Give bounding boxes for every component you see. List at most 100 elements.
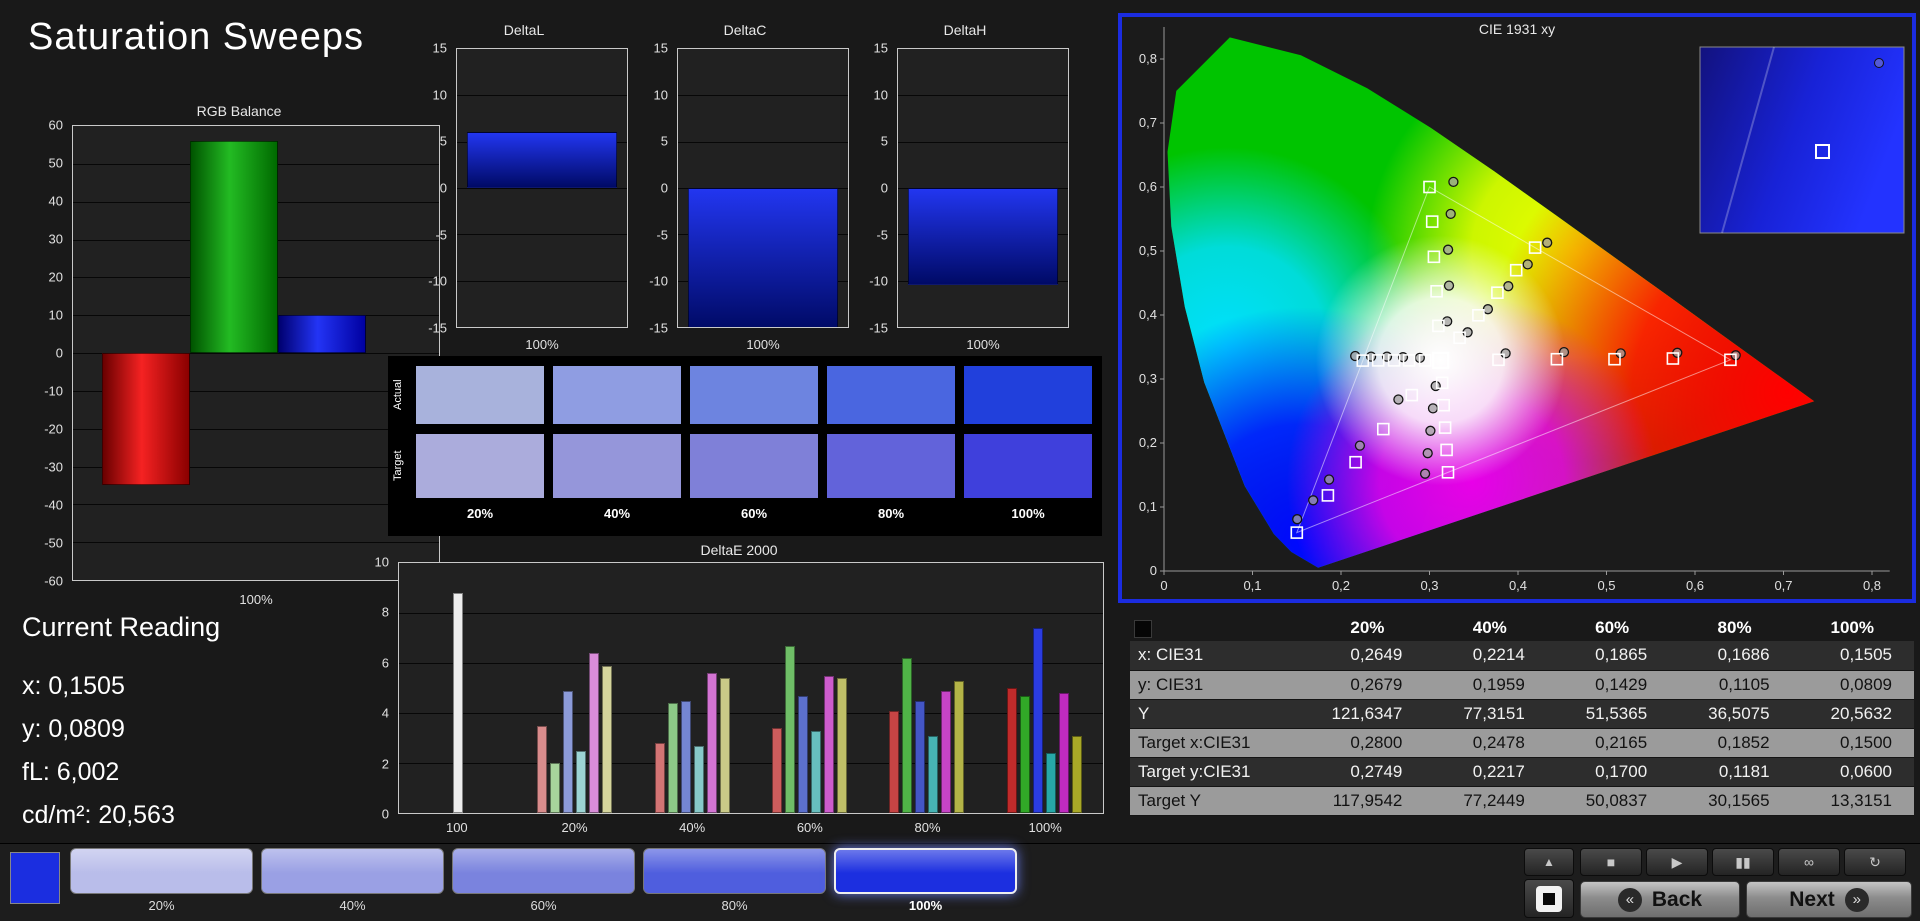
y-tick-label: 15: [653, 40, 668, 56]
cie-y-tick-label: 0,2: [1139, 435, 1157, 450]
rgb-balance-y-axis: 60 50 40 30 20 10 0 -10 -20 -30 -40 -50 -60: [28, 118, 68, 589]
delta-e-bar: [563, 690, 574, 813]
value-cell: 0,2217: [1424, 757, 1547, 787]
value-cell: 77,3151: [1424, 699, 1547, 729]
measured-point: [1292, 514, 1303, 525]
delta-c-plot: [677, 48, 849, 328]
value-cell: 50,0837: [1546, 786, 1670, 816]
transport-buttons: ■ ▶ ▮▮ ∞ ↻: [1580, 848, 1906, 876]
y-tick-label: 10: [873, 87, 888, 103]
inset-measured-point: [1874, 58, 1884, 68]
value-cell: 0,1505: [1791, 641, 1914, 671]
value-cell: 0,1959: [1424, 670, 1547, 700]
actual-swatch-40%: [553, 366, 681, 424]
y-tick-label: 60: [48, 117, 63, 133]
delta-e-group-100%: [986, 563, 1103, 813]
stop-measure-button[interactable]: [1524, 879, 1574, 918]
delta-e-bar: [941, 690, 952, 813]
y-tick-label: 40: [48, 193, 63, 209]
swatch-level-label: 80%: [877, 506, 905, 521]
delta-e-group-60%: [751, 563, 868, 813]
delta-e-bar: [954, 680, 965, 813]
y-tick-label: 0: [880, 180, 888, 196]
stop-icon: [1536, 885, 1562, 912]
measured-point: [1430, 380, 1441, 392]
delta-e-plot: [398, 562, 1104, 814]
cie-x-tick-label: 0: [1160, 578, 1167, 593]
collapse-toolbar-button[interactable]: ▲: [1524, 848, 1574, 876]
value-cell: 13,3151: [1791, 786, 1914, 816]
page-title: Saturation Sweeps: [28, 16, 364, 58]
value-cell: 0,2214: [1424, 641, 1547, 671]
legend-square: [1134, 619, 1152, 638]
y-tick-label: 10: [432, 87, 447, 103]
play-button[interactable]: ▶: [1646, 848, 1708, 876]
cie-y-tick-label: 0,6: [1139, 179, 1157, 194]
table-row: x: CIE31 0,2649 0,2214 0,1865 0,1686 0,1505: [1130, 641, 1914, 671]
row-label: Target y:CIE31: [1130, 757, 1302, 787]
y-tick-label: -60: [44, 573, 63, 589]
target-swatch-100%: [964, 434, 1092, 498]
table-corner-cell: [1130, 615, 1302, 641]
gridline: [678, 141, 848, 143]
reading-y: y: 0,0809: [22, 715, 125, 743]
row-label: Y: [1130, 699, 1302, 729]
rgb-balance-plot: [72, 125, 440, 581]
value-cell: 121,6347: [1302, 699, 1425, 729]
value-cell: 77,2449: [1424, 786, 1547, 816]
delta-e-group-label: 20%: [561, 820, 588, 835]
measured-point: [1542, 237, 1553, 248]
value-cell: 0,2478: [1424, 728, 1547, 758]
saturation-swatch-60%[interactable]: 60%: [452, 848, 635, 916]
gridline: [457, 234, 627, 236]
delta-e-bar: [824, 675, 835, 813]
next-label: Next: [1789, 887, 1835, 911]
cie-y-tick-label: 0,4: [1139, 307, 1157, 322]
back-button[interactable]: « Back: [1580, 881, 1740, 918]
red-bar: [102, 353, 191, 486]
gridline: [898, 141, 1068, 143]
cie-1931-panel: CIE 1931 xy 0 0,1 0,2 0,3 0,4 0,5 0,6 0,7 0,8 0 0,…: [1118, 13, 1916, 603]
delta-e-group-20%: [516, 563, 633, 813]
swatch-level-label: 60%: [740, 506, 768, 521]
y-tick-label: -15: [428, 320, 447, 336]
row-label: Target Y: [1130, 786, 1302, 816]
swatch-color: [261, 848, 444, 894]
measured-point: [1500, 348, 1511, 359]
y-tick-label: 5: [439, 133, 447, 149]
loop-button[interactable]: ∞: [1778, 848, 1840, 876]
delta-e-bar: [1058, 693, 1069, 813]
gridline: [678, 95, 848, 97]
delta-e-bar: [915, 700, 926, 813]
next-button[interactable]: Next »: [1746, 881, 1912, 918]
saturation-swatch-80%[interactable]: 80%: [643, 848, 826, 916]
saturation-swatch-40%[interactable]: 40%: [261, 848, 444, 916]
value-cell: 0,1700: [1546, 757, 1670, 787]
column-header: 80%: [1717, 618, 1752, 637]
value-cell: 0,2800: [1302, 728, 1425, 758]
y-tick-label: -50: [44, 535, 63, 551]
actual-swatch-60%: [690, 366, 818, 424]
y-tick-label: -10: [428, 273, 447, 289]
delta-e-group-label: 100%: [1028, 820, 1062, 835]
saturation-swatch-20%[interactable]: 20%: [70, 848, 253, 916]
delta-h-y-axis: 15 10 5 0 -5 -10 -15: [857, 41, 893, 336]
cie-chromaticity-diagram: 0 0,1 0,2 0,3 0,4 0,5 0,6 0,7 0,8 0 0,1 0,2 0,3 0,4 0,…: [1139, 27, 1905, 593]
column-header: 60%: [1595, 618, 1630, 637]
delta-e-bar: [667, 703, 678, 813]
delta-e-bar: [589, 653, 600, 813]
saturation-swatch-100%[interactable]: 100%: [834, 848, 1017, 916]
pause-button[interactable]: ▮▮: [1712, 848, 1774, 876]
refresh-button[interactable]: ↻: [1844, 848, 1906, 876]
value-cell: 0,2679: [1302, 670, 1425, 700]
pause-icon: ▮▮: [1735, 853, 1751, 870]
actual-row-label: Actual: [392, 379, 404, 411]
y-tick-label: -15: [869, 320, 888, 336]
deltah-bar: [908, 188, 1058, 286]
stop-button[interactable]: ■: [1580, 848, 1642, 876]
value-cell: 36,5075: [1669, 699, 1792, 729]
cie-y-tick-label: 0,5: [1139, 243, 1157, 258]
y-tick-label: 0: [439, 180, 447, 196]
cie-y-tick-label: 0,8: [1139, 51, 1157, 66]
cie-x-tick-label: 0,6: [1686, 578, 1704, 593]
